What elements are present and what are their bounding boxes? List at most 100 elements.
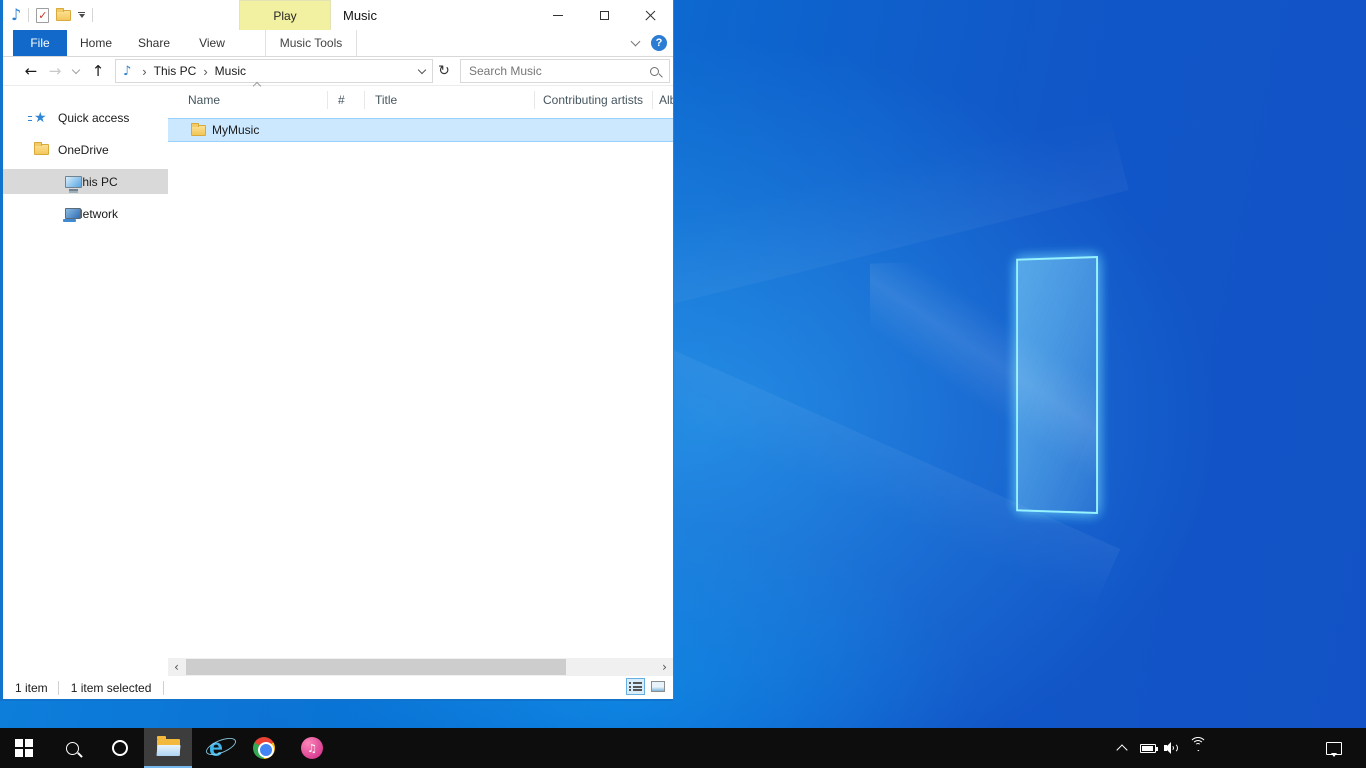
explorer-window: ♪ Play Music File Home Share View Music … — [0, 0, 674, 701]
sidebar-item-label: Quick access — [58, 111, 129, 125]
column-label: Alb — [659, 93, 673, 107]
maximize-button[interactable] — [581, 0, 627, 30]
breadcrumb-music[interactable]: Music — [215, 64, 246, 78]
tab-file[interactable]: File — [13, 30, 67, 56]
column-headers: Name # Title Contributing artists Alb — [168, 86, 673, 114]
windows-logo-pane — [1016, 256, 1098, 514]
customize-quick-access-dropdown[interactable] — [78, 12, 85, 18]
tab-home[interactable]: Home — [67, 30, 125, 56]
itunes-taskbar-button[interactable]: ♫ — [288, 728, 336, 768]
column-header-name[interactable]: Name — [168, 91, 328, 109]
minimize-icon — [553, 15, 563, 16]
column-header-title[interactable]: Title — [365, 91, 535, 109]
chrome-taskbar-button[interactable] — [240, 728, 288, 768]
scrollbar-thumb[interactable] — [186, 659, 566, 675]
battery-tray-button[interactable] — [1136, 728, 1160, 768]
details-view-button[interactable] — [626, 678, 645, 695]
volume-tray-button[interactable] — [1160, 728, 1184, 768]
thumbnails-view-icon — [651, 681, 665, 692]
file-name: MyMusic — [212, 123, 259, 137]
file-row-mymusic[interactable]: MyMusic — [168, 118, 673, 142]
back-button[interactable]: ← — [19, 64, 43, 79]
search-icon[interactable] — [650, 67, 659, 76]
volume-icon — [1164, 741, 1181, 755]
sidebar-item-quick-access[interactable]: ★ Quick access — [3, 105, 168, 130]
file-explorer-icon — [157, 739, 180, 756]
folder-icon — [191, 125, 206, 136]
sidebar-item-network[interactable]: Network — [3, 201, 168, 226]
column-label: Name — [188, 93, 220, 107]
ribbon-tab-row: File Home Share View Music Tools ? — [3, 30, 673, 57]
itunes-icon: ♫ — [301, 737, 323, 759]
quick-access-star-icon: ★ — [34, 111, 47, 125]
cortana-icon — [112, 740, 128, 756]
properties-icon[interactable] — [36, 8, 49, 23]
file-list-pane: Name # Title Contributing artists Alb — [168, 86, 673, 658]
separator — [92, 8, 93, 22]
column-header-contributing-artists[interactable]: Contributing artists — [535, 91, 653, 109]
wifi-icon — [1189, 741, 1207, 755]
address-dropdown-chevron[interactable] — [412, 69, 432, 73]
internet-explorer-taskbar-button[interactable]: e — [192, 728, 240, 768]
hidden-icons-button[interactable] — [1110, 728, 1134, 768]
windows-start-icon — [15, 739, 33, 757]
sidebar-item-onedrive[interactable]: OneDrive — [3, 137, 168, 162]
breadcrumb-chevron-icon: › — [135, 64, 153, 79]
horizontal-scrollbar[interactable]: ‹ › — [168, 658, 673, 676]
close-button[interactable] — [627, 0, 673, 30]
windows-logo-pane — [1016, 256, 1098, 514]
scrollbar-track[interactable] — [185, 658, 656, 676]
sidebar-item-label: OneDrive — [58, 143, 109, 157]
address-bar[interactable]: ♪ › This PC › Music — [115, 59, 433, 83]
status-bar: 1 item 1 item selected — [3, 676, 673, 699]
window-title: Music — [343, 8, 377, 23]
close-icon — [645, 10, 656, 21]
breadcrumb-chevron-icon: › — [196, 64, 214, 79]
action-center-button[interactable] — [1322, 728, 1346, 768]
details-view-icon — [629, 681, 642, 692]
separator — [163, 681, 164, 695]
column-header-number[interactable]: # — [328, 91, 365, 109]
taskbar-search-button[interactable] — [48, 728, 96, 768]
scroll-right-arrow[interactable]: › — [656, 660, 673, 674]
new-folder-icon[interactable] — [56, 10, 71, 21]
search-box — [460, 59, 670, 83]
thumbnails-view-button[interactable] — [648, 678, 667, 695]
cortana-button[interactable] — [96, 728, 144, 768]
wifi-tray-button[interactable] — [1186, 728, 1210, 768]
start-button[interactable] — [0, 728, 48, 768]
refresh-button[interactable]: ↻ — [433, 59, 455, 83]
column-label: Title — [375, 93, 397, 107]
taskbar: e ♫ — [0, 728, 1366, 768]
column-header-album[interactable]: Alb — [653, 91, 673, 109]
chevron-up-icon — [1116, 744, 1127, 755]
action-center-icon — [1326, 742, 1342, 755]
up-button[interactable]: ↑ — [85, 64, 111, 79]
separator — [28, 8, 29, 22]
battery-icon — [1140, 744, 1156, 753]
computer-icon — [65, 176, 82, 188]
onedrive-folder-icon — [34, 144, 49, 155]
help-button[interactable]: ? — [651, 35, 667, 51]
sidebar-item-this-pc[interactable]: This PC — [3, 169, 168, 194]
windows-logo-pane — [1016, 256, 1098, 514]
maximize-icon — [600, 11, 609, 20]
item-count: 1 item — [3, 681, 58, 695]
windows-logo-pane — [1016, 256, 1098, 514]
breadcrumb-this-pc[interactable]: This PC — [154, 64, 197, 78]
contextual-tab-group-play[interactable]: Play — [239, 0, 331, 30]
column-label: Contributing artists — [543, 93, 643, 107]
search-icon — [66, 742, 79, 755]
title-bar[interactable]: ♪ Play Music — [3, 0, 673, 30]
scroll-left-arrow[interactable]: ‹ — [168, 660, 185, 674]
recent-locations-dropdown[interactable] — [67, 70, 85, 73]
file-explorer-taskbar-button[interactable] — [144, 728, 192, 768]
tab-music-tools[interactable]: Music Tools — [265, 30, 357, 56]
forward-button[interactable]: → — [43, 64, 67, 79]
view-toggles — [626, 678, 667, 695]
tab-share[interactable]: Share — [125, 30, 183, 56]
navigation-pane: ★ Quick access OneDrive This PC Network — [3, 86, 168, 658]
minimize-button[interactable] — [535, 0, 581, 30]
tab-view[interactable]: View — [183, 30, 241, 56]
search-input[interactable] — [461, 60, 650, 82]
